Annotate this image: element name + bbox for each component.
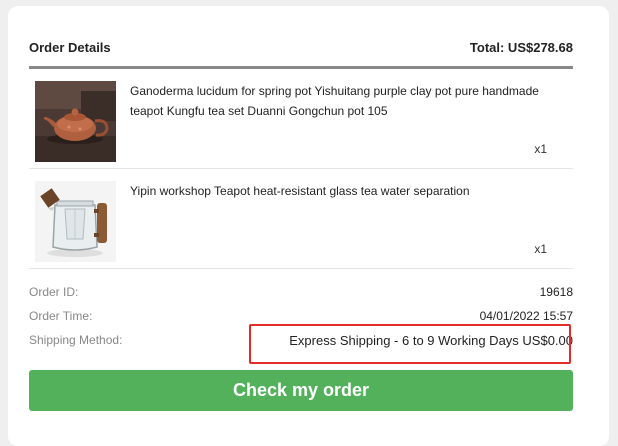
order-time-label: Order Time: bbox=[29, 309, 93, 323]
shipping-highlight-box bbox=[249, 324, 571, 364]
order-time-value: 04/01/2022 15:57 bbox=[479, 309, 573, 323]
purple-clay-teapot-image[interactable] bbox=[35, 81, 116, 162]
order-id-value: 19618 bbox=[539, 285, 573, 299]
glass-teapot-image[interactable] bbox=[35, 181, 116, 262]
order-item[interactable]: Ganoderma lucidum for spring pot Yishuit… bbox=[29, 69, 573, 169]
order-id-label: Order ID: bbox=[29, 285, 79, 299]
shipping-method-label: Shipping Method: bbox=[29, 333, 123, 347]
item-name[interactable]: Yipin workshop Teapot heat-resistant gla… bbox=[130, 181, 550, 201]
item-name[interactable]: Ganoderma lucidum for spring pot Yishuit… bbox=[130, 81, 550, 121]
order-item[interactable]: Yipin workshop Teapot heat-resistant gla… bbox=[29, 169, 573, 269]
order-header: Order Details Total: US$278.68 bbox=[29, 34, 573, 60]
item-quantity: x1 bbox=[534, 242, 547, 256]
order-total: Total: US$278.68 bbox=[469, 39, 573, 55]
order-id-row: Order ID: 19618 bbox=[29, 282, 573, 302]
item-quantity: x1 bbox=[534, 142, 547, 156]
check-my-order-button[interactable]: Check my order bbox=[29, 370, 573, 411]
order-details-title: Order Details bbox=[29, 39, 111, 55]
order-time-row: Order Time: 04/01/2022 15:57 bbox=[29, 306, 573, 326]
